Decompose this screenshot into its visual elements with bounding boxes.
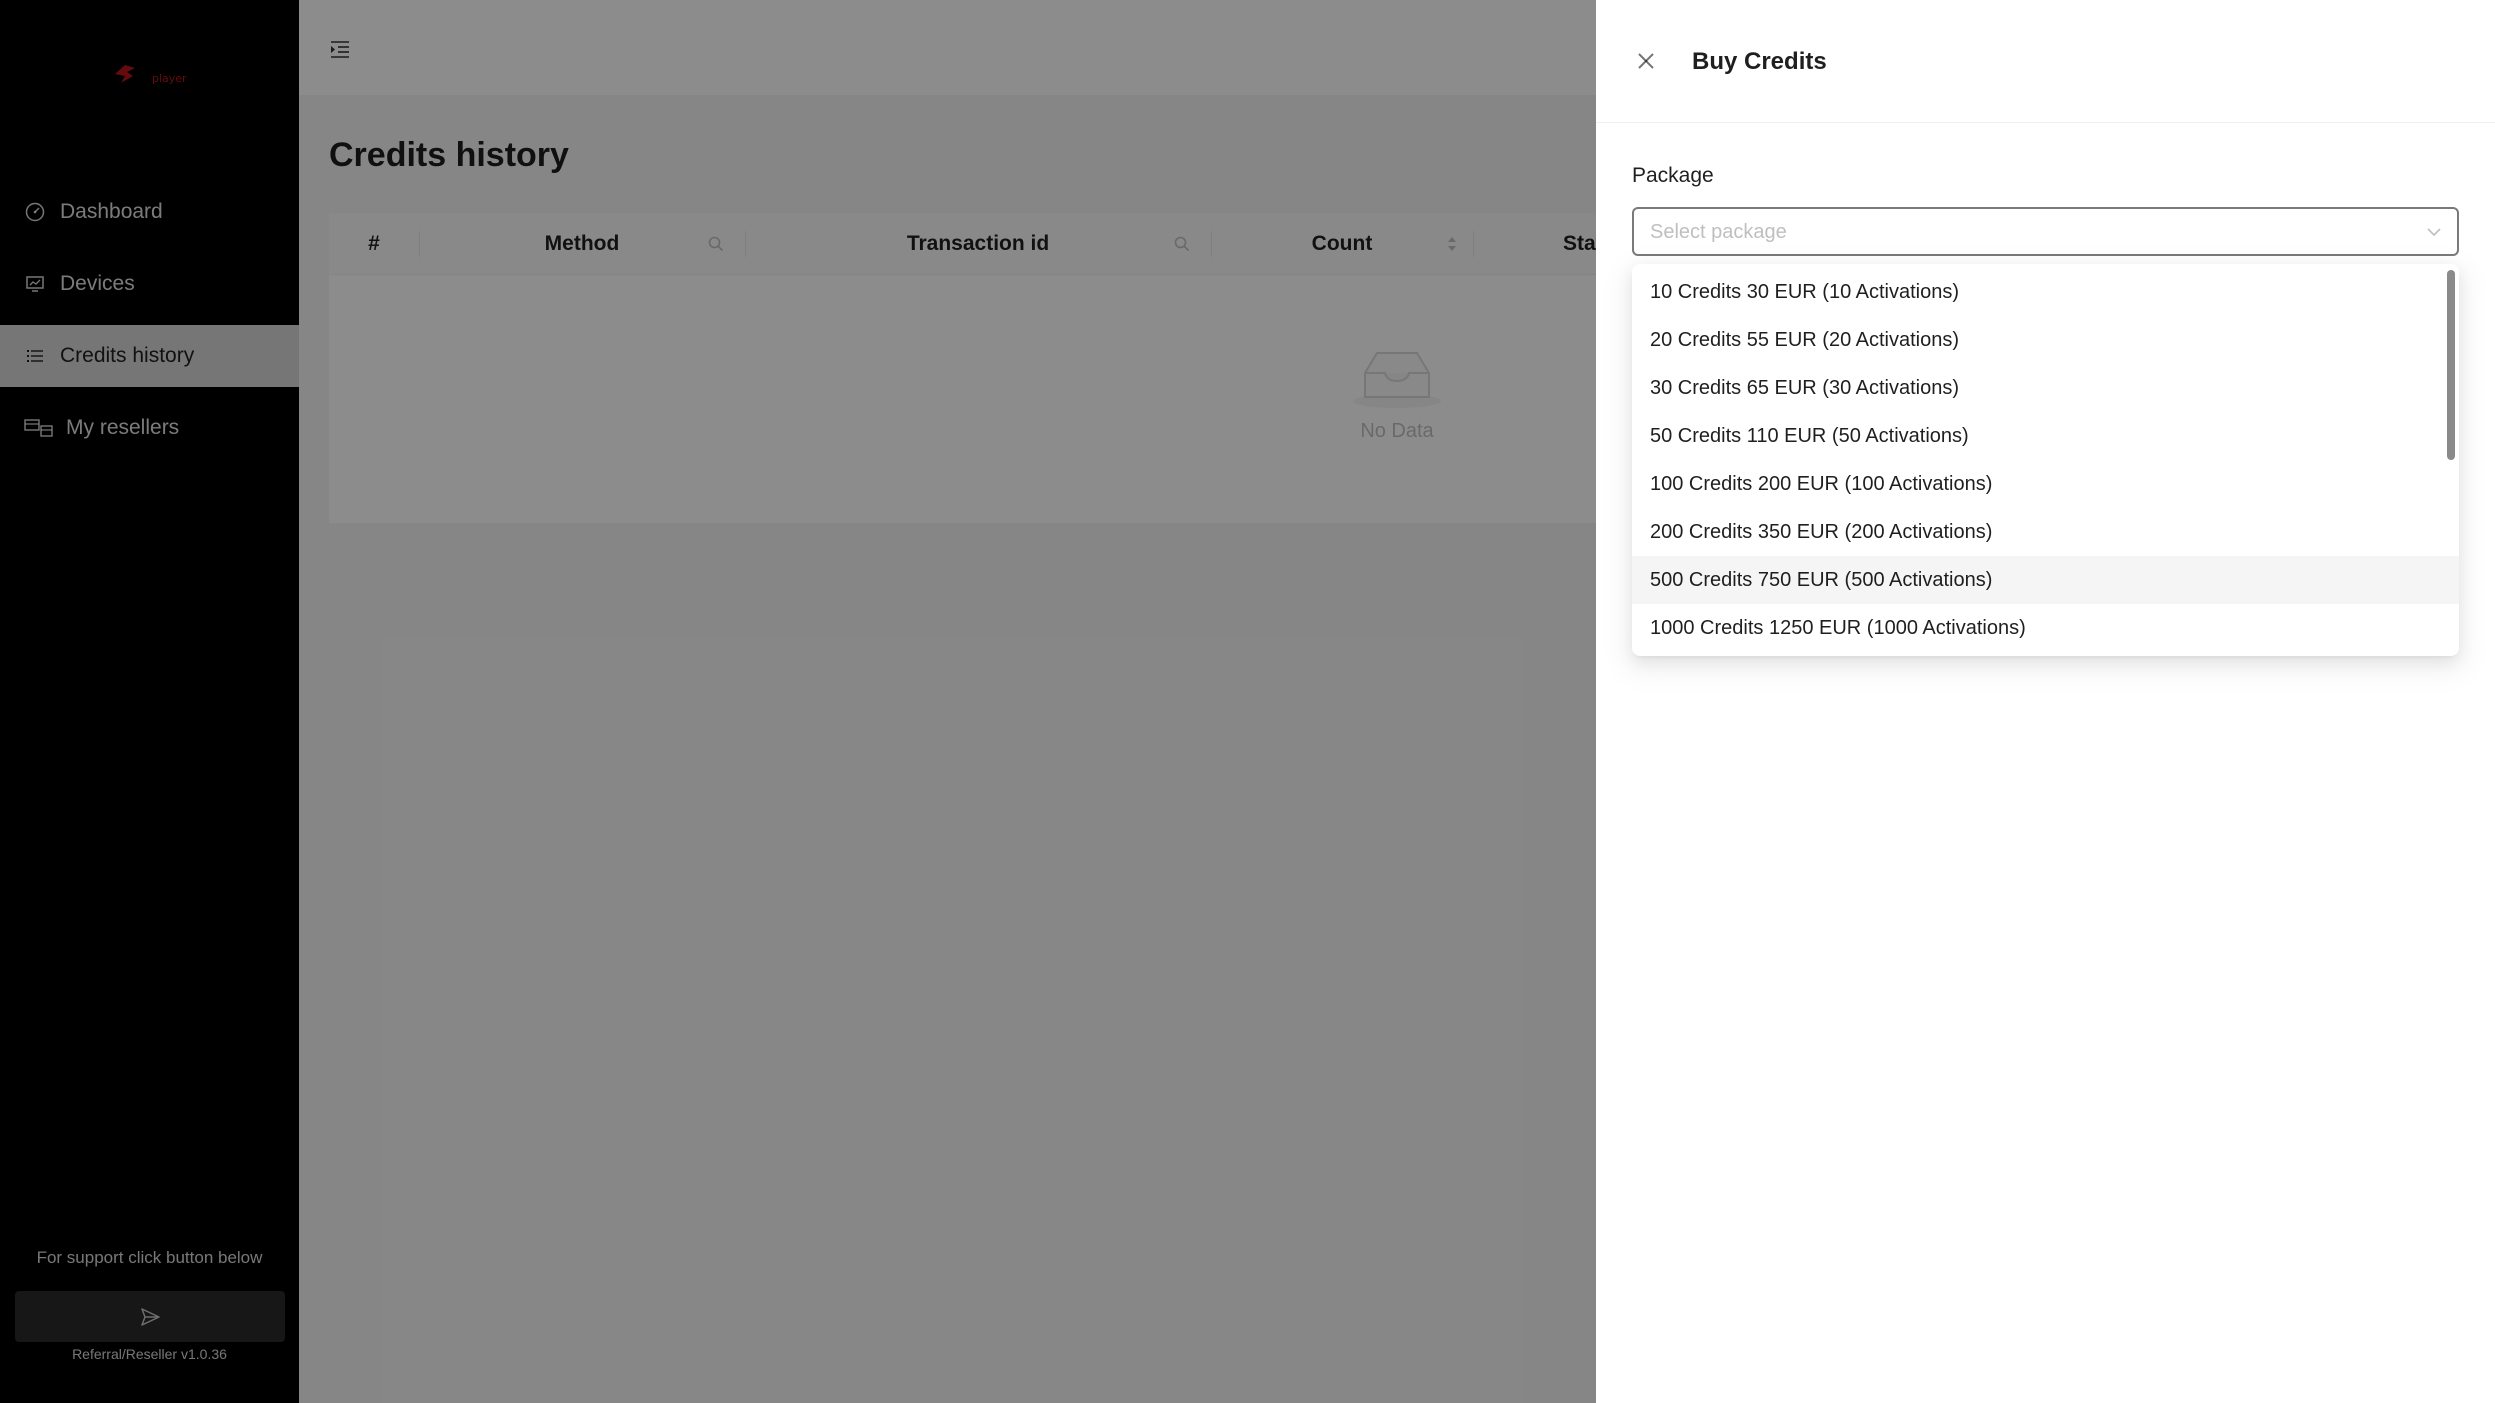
drawer-mask[interactable] xyxy=(0,0,1596,1403)
package-dropdown: 10 Credits 30 EUR (10 Activations) 20 Cr… xyxy=(1632,264,2459,656)
package-label: Package xyxy=(1632,164,1714,187)
buy-credits-drawer: Buy Credits Package Select package 10 Cr… xyxy=(1596,0,2495,1403)
close-icon[interactable] xyxy=(1634,49,1658,73)
dropdown-option[interactable]: 500 Credits 750 EUR (500 Activations) xyxy=(1632,556,2459,604)
dropdown-option[interactable]: 10 Credits 30 EUR (10 Activations) xyxy=(1632,268,2459,316)
dropdown-option[interactable]: 1000 Credits 1250 EUR (1000 Activations) xyxy=(1632,604,2459,652)
dropdown-scrollbar[interactable] xyxy=(2447,270,2455,460)
drawer-header: Buy Credits xyxy=(1596,0,2495,123)
dropdown-option[interactable]: 20 Credits 55 EUR (20 Activations) xyxy=(1632,316,2459,364)
package-select[interactable]: Select package xyxy=(1632,207,2459,256)
chevron-down-icon xyxy=(2427,228,2441,237)
dropdown-option[interactable]: 200 Credits 350 EUR (200 Activations) xyxy=(1632,508,2459,556)
dropdown-option[interactable]: 100 Credits 200 EUR (100 Activations) xyxy=(1632,460,2459,508)
select-placeholder: Select package xyxy=(1650,221,1787,243)
drawer-title: Buy Credits xyxy=(1692,48,1827,75)
dropdown-option[interactable]: 50 Credits 110 EUR (50 Activations) xyxy=(1632,412,2459,460)
dropdown-option[interactable]: 30 Credits 65 EUR (30 Activations) xyxy=(1632,364,2459,412)
